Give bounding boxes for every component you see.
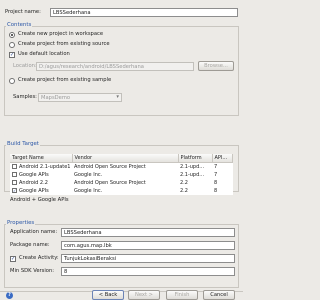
target-checkbox-checked[interactable]: ✓	[12, 188, 17, 193]
create-activity-checkbox[interactable]: ✓	[10, 256, 16, 262]
target-name-header[interactable]: Target Name	[10, 154, 73, 163]
new-project-radio[interactable]	[9, 32, 15, 38]
target-checkbox[interactable]	[12, 164, 17, 169]
package-name-label: Package name:	[10, 242, 50, 248]
project-name-label: Project name:	[5, 9, 41, 15]
build-target-table: Target Name Vendor Platform API... Andro…	[10, 154, 233, 195]
finish-button[interactable]: Finish	[166, 290, 198, 300]
target-name: Android 2.2	[19, 180, 48, 186]
target-api: 7	[214, 163, 218, 170]
target-platform: 2.1-upd...	[180, 171, 205, 178]
api-header[interactable]: API...	[212, 154, 233, 163]
target-name: Android 2.1-update1	[19, 164, 71, 170]
target-vendor: Google Inc.	[74, 171, 103, 178]
create-activity-input[interactable]: TunjukLokasiBeraksi	[61, 254, 235, 263]
target-checkbox[interactable]	[12, 180, 17, 185]
contents-legend: Contents	[6, 22, 33, 29]
min-sdk-label: Min SDK Version:	[10, 268, 55, 274]
location-input[interactable]: D:/agus/research/android/LBSSederhana	[36, 62, 194, 71]
app-name-label: Application name:	[10, 229, 58, 235]
table-row[interactable]: Google APIs Google Inc. 2.1-upd... 7	[10, 171, 232, 179]
target-checkbox[interactable]	[12, 172, 17, 177]
selected-target-text: Android + Google APIs	[10, 197, 69, 203]
target-platform: 2.2	[180, 187, 188, 194]
table-header-row: Target Name Vendor Platform API...	[10, 154, 233, 163]
target-vendor: Android Open Source Project	[74, 179, 146, 186]
table-row[interactable]: Android 2.1-update1 Android Open Source …	[10, 163, 232, 172]
target-name: Google APIs	[19, 188, 49, 194]
package-name-input[interactable]: com.agus.map.lbk	[61, 241, 235, 250]
next-button[interactable]: Next >	[128, 290, 160, 300]
target-vendor: Google Inc.	[74, 187, 103, 194]
target-vendor: Android Open Source Project	[74, 163, 146, 170]
new-project-label: Create new project in workspace	[18, 31, 104, 37]
existing-source-label: Create project from existing source	[18, 41, 110, 47]
target-api: 8	[214, 179, 218, 186]
back-button[interactable]: < Back	[92, 290, 124, 300]
samples-value: MapsDemo	[41, 95, 71, 101]
platform-header[interactable]: Platform	[178, 154, 213, 163]
target-platform: 2.1-upd...	[180, 163, 205, 170]
build-target-legend: Build Target	[6, 141, 40, 148]
vendor-header[interactable]: Vendor	[72, 154, 179, 163]
target-api: 7	[214, 171, 218, 178]
table-row[interactable]: ✓ Google APIs Google Inc. 2.2 8	[10, 187, 232, 195]
target-name: Google APIs	[19, 172, 49, 178]
samples-select[interactable]: MapsDemo ▾	[38, 93, 122, 102]
properties-legend: Properties	[6, 220, 36, 227]
use-default-location-checkbox[interactable]: ✓	[9, 52, 15, 58]
existing-sample-label: Create project from existing sample	[18, 77, 112, 83]
cancel-button[interactable]: Cancel	[203, 290, 235, 300]
help-icon[interactable]: ?	[6, 292, 13, 299]
chevron-down-icon: ▾	[116, 94, 119, 100]
create-activity-label: Create Activity:	[19, 255, 59, 261]
existing-source-radio[interactable]	[9, 42, 15, 48]
project-name-input[interactable]: LBSSederhana	[50, 8, 238, 17]
existing-sample-radio[interactable]	[9, 78, 15, 84]
app-name-input[interactable]: LBSSederhana	[61, 228, 235, 237]
location-label: Location:	[13, 63, 37, 69]
samples-label: Samples:	[13, 94, 37, 100]
browse-button[interactable]: Browse...	[198, 61, 234, 71]
min-sdk-input[interactable]: 8	[61, 267, 235, 276]
target-api: 8	[214, 187, 218, 194]
contents-group	[4, 26, 239, 116]
use-default-location-label: Use default location	[18, 51, 70, 57]
target-platform: 2.2	[180, 179, 188, 186]
table-row[interactable]: Android 2.2 Android Open Source Project …	[10, 179, 232, 187]
